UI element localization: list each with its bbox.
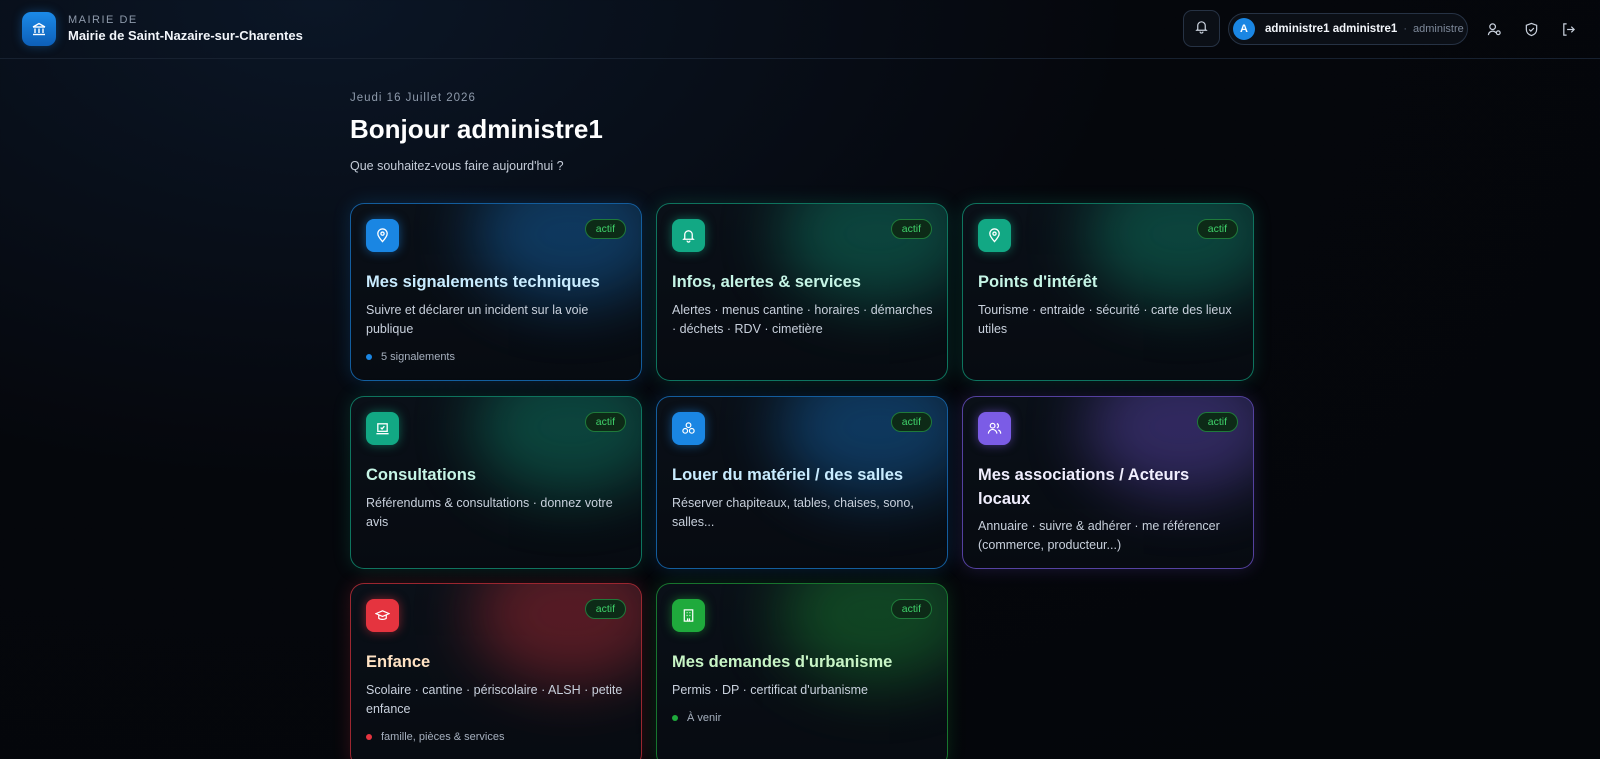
map-pin-icon (978, 219, 1011, 252)
card-location-materiel[interactable]: actif Louer du matériel / des salles Rés… (656, 396, 948, 569)
notifications-button[interactable] (1183, 10, 1220, 47)
card-title: Points d'intérêt (978, 273, 1098, 291)
current-date: Jeudi 16 Juillet 2026 (350, 92, 476, 104)
card-footer-text: famille, pièces & services (381, 731, 505, 743)
building-icon (672, 599, 705, 632)
card-title: Enfance (366, 653, 431, 671)
status-badge: actif (584, 219, 626, 239)
users-icon (978, 412, 1011, 445)
user-separator: · (1403, 23, 1407, 35)
status-dot (672, 715, 678, 721)
page-subtitle: Que souhaitez-vous faire aujourd'hui ? (350, 159, 564, 173)
card-urbanisme[interactable]: actif Mes demandes d'urbanisme Permis · … (656, 583, 948, 759)
card-signalements[interactable]: actif Mes signalements techniques Suivre… (350, 203, 642, 381)
card-title: Mes signalements techniques (366, 273, 600, 291)
logout-icon[interactable] (1557, 18, 1579, 40)
card-title: Louer du matériel / des salles (672, 466, 904, 484)
card-description: Tourisme · entraide · sécurité · carte d… (978, 303, 1232, 336)
bell-icon (672, 219, 705, 252)
brand-label: MAIRIE DE (68, 14, 138, 26)
card-enfance[interactable]: actif Enfance Scolaire · cantine · péris… (350, 583, 642, 759)
brand-name: Mairie de Saint-Nazaire-sur-Charentes (68, 28, 303, 43)
user-role: administre (1412, 23, 1464, 35)
status-dot (366, 354, 372, 360)
status-dot (366, 734, 372, 740)
user-name: administre1 administre1 (1265, 23, 1398, 35)
card-associations[interactable]: actif Mes associations / Acteurs locaux … (962, 396, 1254, 569)
status-badge: actif (1196, 219, 1238, 239)
brand[interactable]: MAIRIE DE Mairie de Saint-Nazaire-sur-Ch… (22, 12, 303, 46)
card-footer-text: 5 signalements (381, 351, 455, 363)
status-badge: actif (1196, 412, 1238, 432)
user-menu[interactable]: A administre1 administre1 · administre (1228, 13, 1468, 45)
card-description: Annuaire · suivre & adhérer · me référen… (978, 519, 1220, 552)
card-points-interet[interactable]: actif Points d'intérêt Tourisme · entrai… (962, 203, 1254, 381)
card-footer-text: À venir (687, 712, 722, 724)
top-bar: MAIRIE DE Mairie de Saint-Nazaire-sur-Ch… (0, 0, 1600, 59)
card-description: Alertes · menus cantine · horaires · dém… (672, 303, 933, 336)
card-footer: À venir (672, 712, 721, 724)
page-title: Bonjour administre1 (350, 114, 603, 144)
card-title: Consultations (366, 466, 476, 484)
shield-icon[interactable] (1520, 18, 1542, 40)
card-title: Mes demandes d'urbanisme (672, 653, 893, 671)
bell-icon (1194, 19, 1209, 39)
card-title: Infos, alertes & services (672, 273, 861, 291)
card-footer: famille, pièces & services (366, 731, 505, 743)
status-badge: actif (584, 599, 626, 619)
status-badge: actif (890, 412, 932, 432)
card-title: Mes associations / Acteurs locaux (978, 466, 1190, 508)
graduation-cap-icon (366, 599, 399, 632)
status-badge: actif (584, 412, 626, 432)
card-description: Scolaire · cantine · périscolaire · ALSH… (366, 683, 623, 716)
boxes-icon (672, 412, 705, 445)
card-description: Réserver chapiteaux, tables, chaises, so… (672, 496, 914, 529)
map-pin-icon (366, 219, 399, 252)
status-badge: actif (890, 599, 932, 619)
card-footer: 5 signalements (366, 351, 455, 363)
town-hall-icon (22, 12, 56, 46)
card-description: Référendums & consultations · donnez vot… (366, 496, 613, 529)
welcome-section: Jeudi 16 Juillet 2026 Bonjour administre… (350, 92, 1250, 173)
avatar: A (1233, 18, 1255, 40)
user-settings-icon[interactable] (1483, 18, 1505, 40)
ballot-box-icon (366, 412, 399, 445)
status-badge: actif (890, 219, 932, 239)
card-description: Suivre et déclarer un incident sur la vo… (366, 303, 589, 336)
card-infos-alertes[interactable]: actif Infos, alertes & services Alertes … (656, 203, 948, 381)
card-consultations[interactable]: actif Consultations Référendums & consul… (350, 396, 642, 569)
card-description: Permis · DP · certificat d'urbanisme (672, 683, 868, 697)
